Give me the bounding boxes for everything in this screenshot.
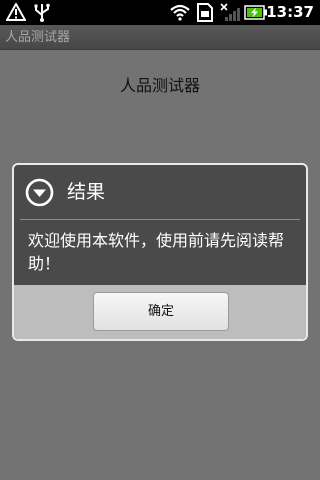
battery-charging-icon [244,5,268,24]
screen: 13:37 人品测试器 人品测试器 结果 欢迎使用本软件，使用前请先阅读帮助！ … [0,0,320,480]
sim-card-icon [196,3,214,26]
dialog-title: 结果 [67,181,106,203]
dialog-button-bar: 确定 [14,285,306,339]
main-heading: 人品测试器 [119,76,200,95]
usb-icon [33,3,51,26]
app-title: 人品测试器 [5,30,71,45]
ok-button[interactable]: 确定 [93,292,229,331]
dialog-chevron-down-icon [25,178,54,207]
status-bar: 13:37 [0,0,320,25]
result-dialog: 结果 欢迎使用本软件，使用前请先阅读帮助！ 确定 [12,163,308,341]
signal-icon [220,3,242,26]
warning-icon [5,1,27,25]
app-title-bar: 人品测试器 [0,25,320,50]
dialog-message: 欢迎使用本软件，使用前请先阅读帮助！ [28,231,285,273]
wifi-icon [170,3,190,25]
status-time: 13:37 [266,3,314,21]
dialog-divider [20,219,300,220]
dialog-header: 结果 [14,165,306,219]
